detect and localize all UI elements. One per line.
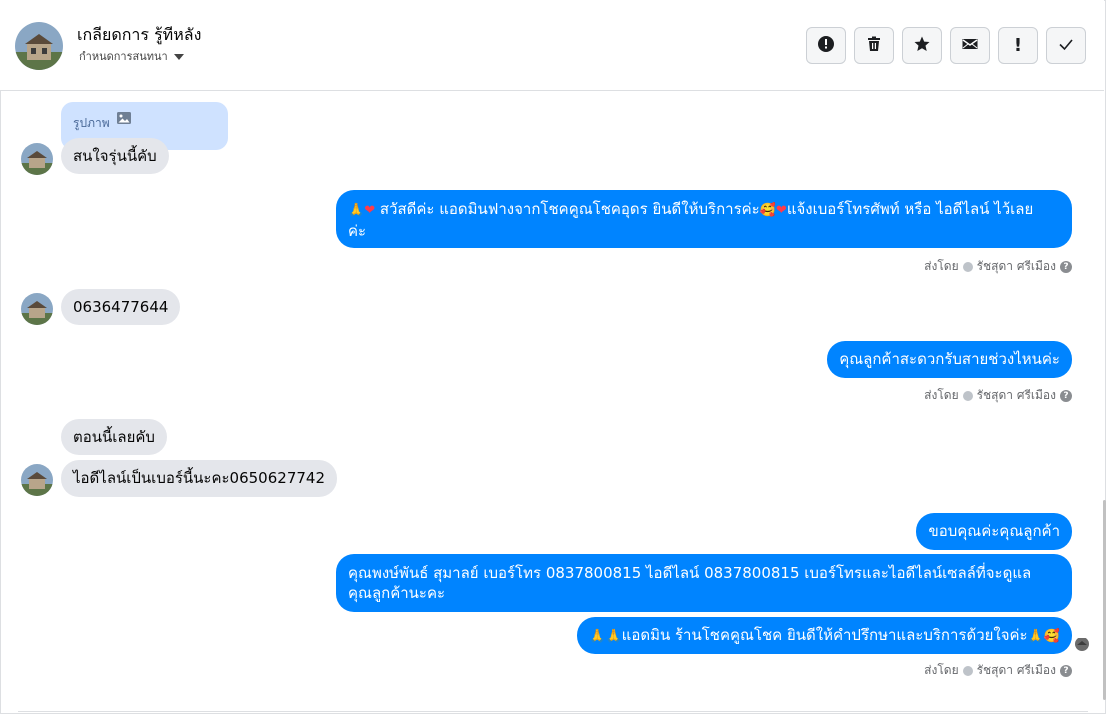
trash-icon xyxy=(865,35,883,57)
mark-done-button[interactable] xyxy=(1046,27,1086,64)
heart-eyes-icon: 🥰 xyxy=(1043,629,1060,644)
agent-name: รัชสุดา ศรีเมือง xyxy=(976,259,1056,273)
outgoing-message: 🙏🙏แอดมิน ร้านโชคคูณโชค ยินดีให้คำปรึกษาแ… xyxy=(577,617,1072,654)
caret-down-icon xyxy=(173,54,184,60)
contact-avatar-small xyxy=(21,143,53,175)
help-icon[interactable]: ? xyxy=(1060,389,1072,402)
seen-avatar xyxy=(1075,637,1089,651)
incoming-message: สนใจรุ่นนี้คับ xyxy=(61,138,169,174)
sent-by-prefix: ส่งโดย xyxy=(924,388,959,402)
assign-conversation-label: กำหนดการสนทนา xyxy=(79,50,168,63)
sent-by-prefix: ส่งโดย xyxy=(924,259,959,273)
agent-dot-icon xyxy=(962,665,973,676)
outgoing-message: ขอบคุณค่ะคุณลูกค้า xyxy=(916,513,1072,550)
exclamation-icon: ! xyxy=(1013,35,1023,56)
praying-hands-icon: 🙏 xyxy=(589,629,606,644)
message-text: ค่ะ xyxy=(348,222,367,240)
composer-divider xyxy=(18,711,1088,712)
image-icon xyxy=(116,110,132,126)
praying-hands-icon: 🙏 xyxy=(348,203,365,218)
heart-eyes-icon: 🥰 xyxy=(759,203,776,218)
incoming-message: ไอดีไลน์เป็นเบอร์นี้นะคะ0650627742 xyxy=(61,460,337,497)
envelope-icon xyxy=(961,35,979,57)
incoming-message: 0636477644 xyxy=(61,289,181,325)
message-text: คุณลูกค้านะคะ xyxy=(348,584,446,602)
star-button[interactable] xyxy=(902,27,942,64)
help-icon[interactable]: ? xyxy=(1060,664,1072,677)
attachment-label: รูปภาพ xyxy=(73,116,110,130)
praying-hands-icon: 🙏 xyxy=(1027,629,1044,644)
contact-name: เกลียดการ รู้ทีหลัง xyxy=(77,25,202,44)
message-text: สวัสดีค่ะ แอดมินฟางจากโชคคูณโชคอุดร ยินด… xyxy=(379,200,760,218)
assign-conversation-dropdown[interactable]: กำหนดการสนทนา xyxy=(79,47,184,65)
incoming-message: ตอนนี้เลยคับ xyxy=(61,419,167,455)
star-icon xyxy=(913,35,931,57)
agent-dot-icon xyxy=(962,390,973,401)
contact-avatar[interactable] xyxy=(15,22,63,70)
message-text: แจ้งเบอร์โทรศัพท์ หรือ ไอดีไลน์ ไว้เลย xyxy=(786,200,1034,218)
contact-avatar-small xyxy=(21,464,53,496)
message-text: คุณพงษ์พันธ์ สุมาลย์ เบอร์โทร 0837800815… xyxy=(348,564,1032,582)
praying-hands-icon: 🙏 xyxy=(605,629,622,644)
mark-unread-button[interactable] xyxy=(950,27,990,64)
outgoing-message: คุณพงษ์พันธ์ สุมาลย์ เบอร์โทร 0837800815… xyxy=(336,554,1072,612)
sent-by-info: ส่งโดย รัชสุดา ศรีเมือง ? xyxy=(924,661,1072,680)
heart-icon: ❤ xyxy=(775,203,787,218)
help-icon[interactable]: ? xyxy=(1060,260,1072,273)
delete-button[interactable] xyxy=(854,27,894,64)
agent-name: รัชสุดา ศรีเมือง xyxy=(976,388,1056,402)
follow-up-button[interactable]: ! xyxy=(998,27,1038,64)
sent-by-prefix: ส่งโดย xyxy=(924,663,959,677)
message-text: แอดมิน ร้านโชคคูณโชค ยินดีให้คำปรึกษาและ… xyxy=(621,626,1028,644)
sent-by-info: ส่งโดย รัชสุดา ศรีเมือง ? xyxy=(924,257,1072,276)
outgoing-message: 🙏❤ สวัสดีค่ะ แอดมินฟางจากโชคคูณโชคอุดร ย… xyxy=(336,190,1072,248)
check-icon xyxy=(1057,35,1075,57)
sent-by-info: ส่งโดย รัชสุดา ศรีเมือง ? xyxy=(924,386,1072,405)
spam-button[interactable] xyxy=(806,27,846,64)
outgoing-message: คุณลูกค้าสะดวกรับสายช่วงไหนค่ะ xyxy=(827,341,1072,378)
agent-dot-icon xyxy=(962,261,973,272)
alert-circle-icon xyxy=(817,35,835,57)
heart-icon: ❤ xyxy=(364,203,376,218)
contact-avatar-small xyxy=(21,293,53,325)
agent-name: รัชสุดา ศรีเมือง xyxy=(976,663,1056,677)
conversation-header: เกลียดการ รู้ทีหลัง กำหนดการสนทนา ! xyxy=(0,0,1104,91)
